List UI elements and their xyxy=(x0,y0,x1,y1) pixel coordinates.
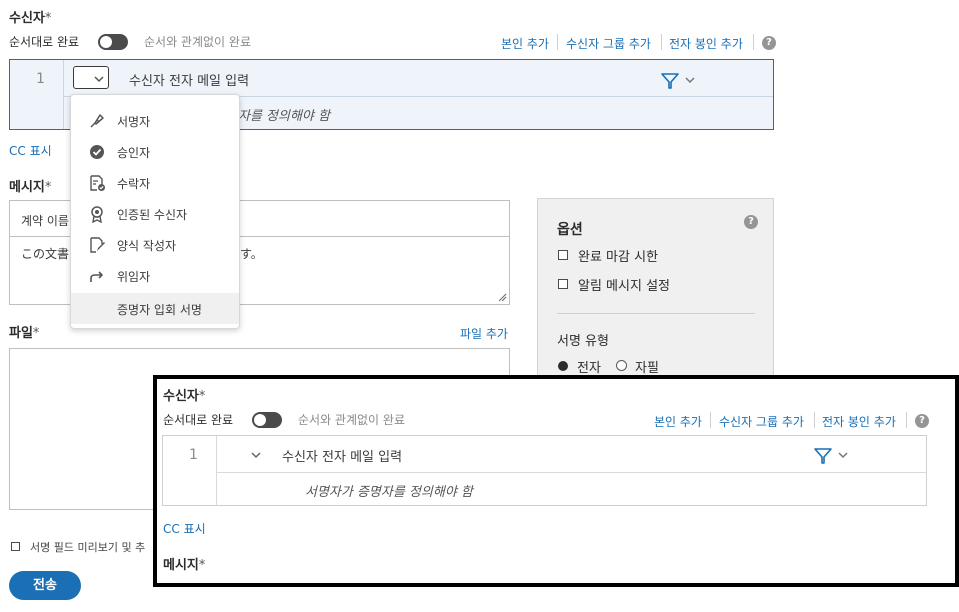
divider xyxy=(661,34,662,50)
document-check-icon xyxy=(90,175,105,191)
role-item-label: 위임자 xyxy=(117,270,151,284)
add-group-link[interactable]: 수신자 그룹 추가 xyxy=(566,35,651,52)
role-menu: 서명자 승인자 수락자 인증된 수신자 양식 작성자 위임자 증명자 입회 서명 xyxy=(70,94,240,329)
order-label: 순서대로 완료 xyxy=(9,35,80,49)
forward-arrow-icon xyxy=(90,271,103,282)
show-cc-link[interactable]: CC 표시 xyxy=(9,142,52,159)
order-toggle[interactable] xyxy=(98,34,128,50)
chevron-down-icon xyxy=(94,76,104,83)
role-item-form-filler[interactable]: 양식 작성자 xyxy=(71,229,239,260)
email-input[interactable]: 수신자 전자 메일 입력 xyxy=(282,446,402,465)
divider xyxy=(557,34,558,50)
divider xyxy=(906,412,907,428)
electronic-label: 전자 xyxy=(577,361,601,376)
add-group-link[interactable]: 수신자 그룹 추가 xyxy=(719,413,804,430)
ribbon-award-icon xyxy=(91,206,103,223)
help-icon[interactable]: ? xyxy=(915,414,929,428)
recipient-index: 1 xyxy=(189,447,198,463)
row-divider xyxy=(217,472,926,473)
email-input[interactable]: 수신자 전자 메일 입력 xyxy=(129,70,249,89)
show-cc-link[interactable]: CC 표시 xyxy=(163,520,206,537)
divider xyxy=(814,412,815,428)
form-edit-icon xyxy=(90,237,105,253)
reminder-label: 알림 메시지 설정 xyxy=(578,279,670,294)
pen-nib-icon xyxy=(90,114,104,128)
role-item-label: 인증된 수신자 xyxy=(117,208,188,222)
message-text-left: この文書 xyxy=(21,247,70,261)
role-item-label: 수락자 xyxy=(117,177,151,191)
chevron-down-icon[interactable] xyxy=(838,451,848,459)
recipients-title: 수신자* xyxy=(9,11,52,26)
role-item-label: 양식 작성자 xyxy=(117,239,177,253)
add-me-link[interactable]: 본인 추가 xyxy=(654,413,702,430)
add-notary-link[interactable]: 전자 봉인 추가 xyxy=(669,35,743,52)
add-notary-link[interactable]: 전자 봉인 추가 xyxy=(822,413,896,430)
help-icon[interactable]: ? xyxy=(744,215,758,229)
recipient-hint: 서명자가 증명자를 정의해야 함 xyxy=(305,485,473,500)
reminder-checkbox[interactable] xyxy=(558,279,568,289)
divider xyxy=(710,412,711,428)
zoom-callout: 수신자* 순서대로 완료 순서와 관계없이 완료 본인 추가 수신자 그룹 추가… xyxy=(153,375,959,587)
add-file-link[interactable]: 파일 추가 xyxy=(460,325,508,342)
preview-label: 서명 필드 미리보기 및 추 xyxy=(30,541,146,554)
divider xyxy=(753,34,754,50)
check-circle-icon xyxy=(90,145,104,159)
deadline-checkbox[interactable] xyxy=(558,250,568,260)
recipient-index: 1 xyxy=(36,71,45,87)
handwritten-radio[interactable] xyxy=(616,360,627,371)
role-item-acceptor[interactable]: 수락자 xyxy=(71,167,239,198)
any-order-label: 순서와 관계없이 완료 xyxy=(144,35,251,49)
role-item-signer[interactable]: 서명자 xyxy=(71,105,239,136)
role-item-approver[interactable]: 승인자 xyxy=(71,136,239,167)
order-toggle[interactable] xyxy=(252,412,282,428)
chevron-down-icon[interactable] xyxy=(685,76,695,84)
recipient-table: 1 수신자 전자 메일 입력 서명자가 증명자를 정의해야 함 xyxy=(162,435,927,506)
options-panel: 옵션 ? 완료 마감 시한 알림 메시지 설정 서명 유형 전자 자필 xyxy=(537,198,774,383)
role-item-notary-witness[interactable]: 증명자 입회 서명 xyxy=(71,293,239,324)
message-title: 메시지* xyxy=(163,558,206,573)
send-filter-icon[interactable] xyxy=(813,447,833,465)
signature-type-label: 서명 유형 xyxy=(557,334,609,349)
files-title: 파일* xyxy=(9,326,40,341)
send-filter-icon[interactable] xyxy=(660,72,680,90)
recipient-index-cell: 1 xyxy=(10,60,64,129)
role-item-certified-recipient[interactable]: 인증된 수신자 xyxy=(71,198,239,229)
message-text-right: す。 xyxy=(240,247,263,261)
options-title: 옵션 xyxy=(557,222,583,238)
deadline-label: 완료 마감 시한 xyxy=(578,250,659,265)
help-icon[interactable]: ? xyxy=(762,36,776,50)
preview-checkbox[interactable] xyxy=(11,542,20,551)
message-title: 메시지* xyxy=(9,180,52,195)
add-me-link[interactable]: 본인 추가 xyxy=(501,35,549,52)
role-select[interactable] xyxy=(73,66,109,89)
role-item-label: 승인자 xyxy=(117,146,151,160)
send-button[interactable]: 전송 xyxy=(9,571,81,600)
recipient-hint: 자를 정의해야 함 xyxy=(238,109,330,124)
role-item-label: 서명자 xyxy=(117,115,151,129)
any-order-label: 순서와 관계없이 완료 xyxy=(298,413,405,427)
recipient-index-cell: 1 xyxy=(163,436,217,505)
subject-text: 계약 이름 xyxy=(21,214,69,228)
resize-handle-icon[interactable] xyxy=(498,293,507,302)
order-label: 순서대로 완료 xyxy=(163,413,234,427)
chevron-down-icon[interactable] xyxy=(251,451,261,459)
options-divider xyxy=(557,313,755,314)
recipients-title: 수신자* xyxy=(163,389,206,404)
handwritten-label: 자필 xyxy=(635,361,659,376)
role-item-delegator[interactable]: 위임자 xyxy=(71,260,239,291)
role-item-label: 증명자 입회 서명 xyxy=(117,303,202,317)
electronic-radio[interactable] xyxy=(558,361,568,371)
